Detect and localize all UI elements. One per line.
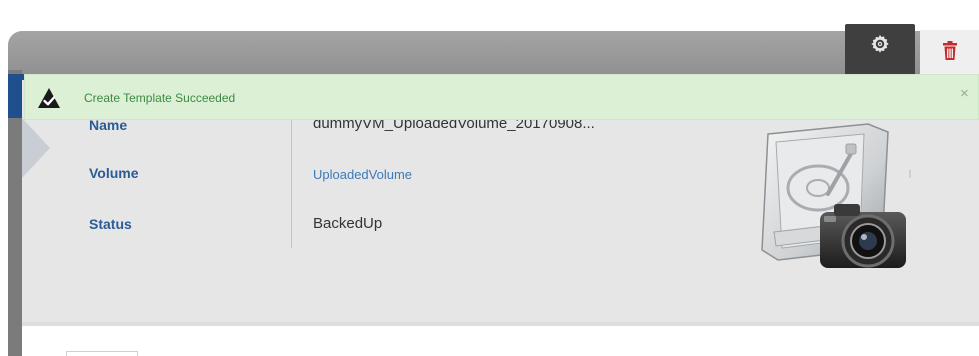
content-area: [22, 326, 979, 356]
status-value: BackedUp: [313, 215, 383, 232]
success-notification: Create Template Succeeded ×: [24, 74, 979, 120]
app-window: Name dummyVM_UploadedVolume_20170908... …: [0, 0, 979, 356]
notification-message: Create Template Succeeded: [84, 91, 236, 105]
gear-icon: [871, 34, 889, 53]
volume-label: Volume: [89, 165, 139, 181]
check-in-triangle-icon: [38, 88, 60, 108]
volume-link[interactable]: UploadedVolume: [313, 167, 412, 182]
trash-icon: [942, 41, 957, 60]
detail-header-bar: [8, 31, 979, 80]
close-icon[interactable]: ×: [960, 85, 969, 102]
volume-snapshot-icon: [761, 123, 906, 268]
settings-button[interactable]: [845, 24, 915, 74]
delete-button[interactable]: [920, 30, 979, 74]
decorative-mark: [909, 170, 911, 178]
partial-tab-box[interactable]: [66, 351, 138, 356]
status-label: Status: [89, 216, 132, 232]
details-pointer-arrow: [22, 118, 50, 178]
details-divider: [291, 112, 292, 248]
